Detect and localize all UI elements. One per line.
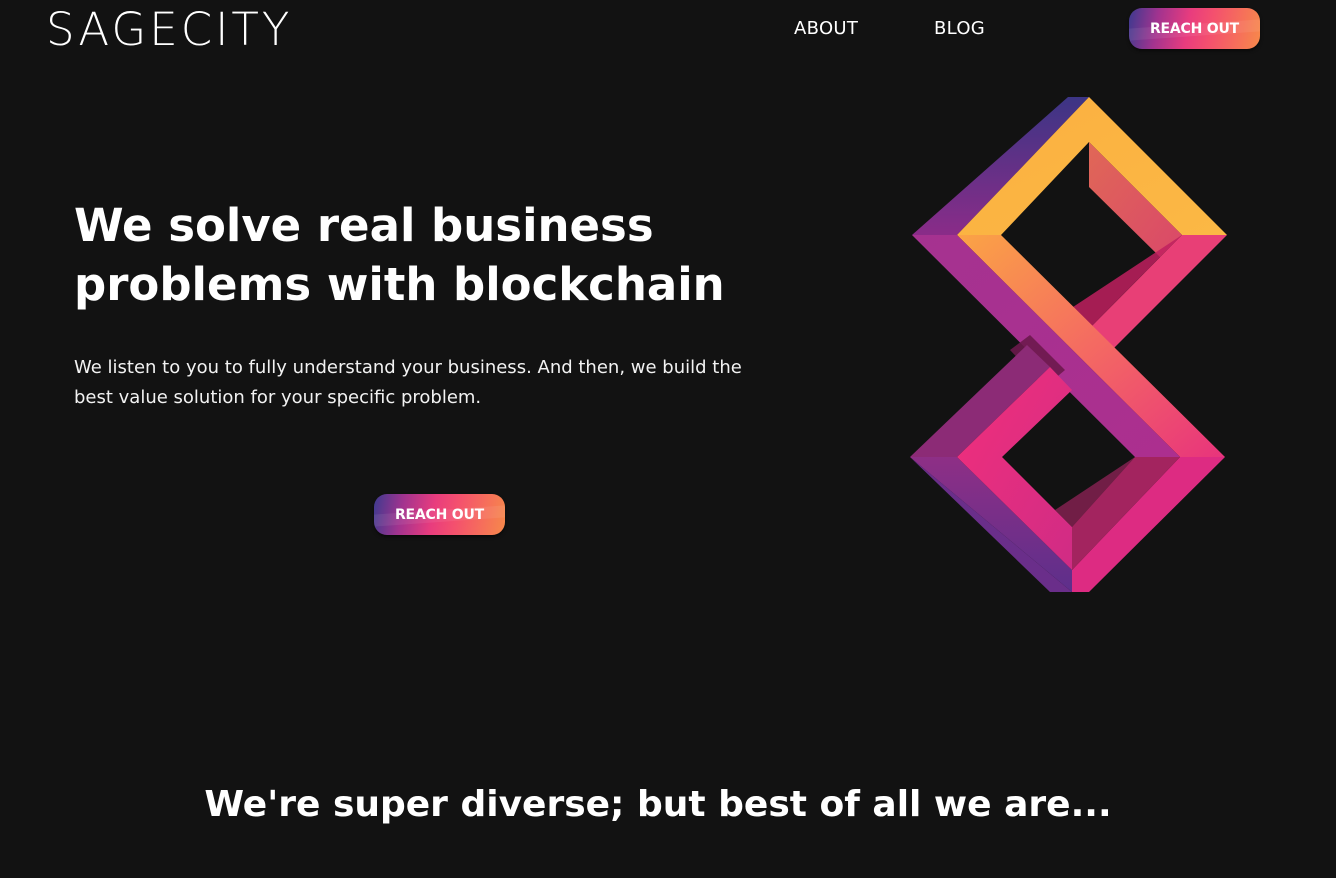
interlocking-infinity-logo-icon	[910, 97, 1227, 592]
header-reach-out-button[interactable]: REACH OUT	[1129, 8, 1260, 49]
section-title: We're super diverse; but best of all we …	[204, 784, 1112, 825]
page: SAGECITY ABOUT BLOG REACH OUT We solve r…	[0, 0, 1336, 878]
nav-link-about[interactable]: ABOUT	[794, 16, 858, 42]
hero-subtitle: We listen to you to fully understand you…	[74, 357, 742, 408]
hero-title: We solve real business problems with blo…	[74, 199, 725, 311]
header-reach-out-label: REACH OUT	[1149, 20, 1240, 37]
nav-link-blog[interactable]: BLOG	[934, 16, 985, 42]
hero-reach-out-label: REACH OUT	[394, 506, 485, 523]
hero-reach-out-button[interactable]: REACH OUT	[374, 494, 505, 535]
